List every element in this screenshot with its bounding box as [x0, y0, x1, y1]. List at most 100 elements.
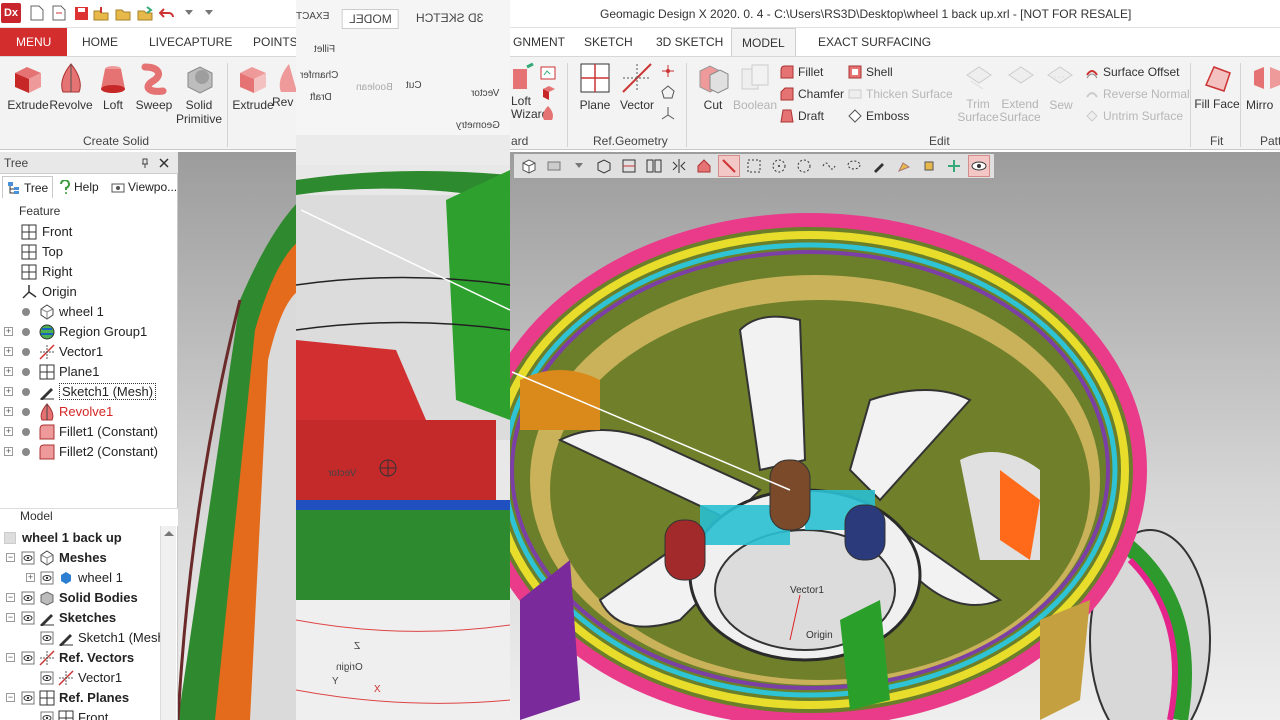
visibility-dot-icon[interactable]	[22, 408, 30, 416]
shell-button[interactable]: Shell	[848, 63, 893, 81]
model-tree-item[interactable]: − Sketches	[0, 608, 160, 628]
chamfer-button[interactable]: Chamfer	[780, 85, 844, 103]
tree-item[interactable]: Right	[0, 262, 176, 282]
expand-icon[interactable]: +	[4, 407, 13, 416]
checkbox[interactable]	[4, 532, 16, 544]
model-tree-item[interactable]: Front	[0, 708, 160, 720]
model-tree-item[interactable]: − Ref. Vectors	[0, 648, 160, 668]
sweep-button[interactable]: Sweep	[131, 61, 177, 112]
trim-surface-button[interactable]: Trim Surface	[955, 61, 1001, 124]
import-icon[interactable]	[92, 4, 110, 22]
select-fill-icon[interactable]	[918, 155, 940, 177]
revolve-wizard-icon[interactable]	[540, 105, 556, 121]
tab-tree[interactable]: Tree	[2, 176, 54, 198]
select-paint-icon[interactable]	[868, 155, 890, 177]
fillet-button[interactable]: Fillet	[780, 63, 823, 81]
tree-item[interactable]: + Fillet1 (Constant)	[0, 422, 176, 442]
extrude-wizard-icon[interactable]	[540, 85, 556, 101]
eye-icon[interactable]	[40, 571, 54, 585]
collapse-icon[interactable]: −	[6, 593, 15, 602]
eye-icon[interactable]	[40, 631, 54, 645]
surface-extrude-button[interactable]: Extrude	[230, 61, 276, 112]
close-icon[interactable]	[159, 158, 169, 168]
select-through-icon[interactable]	[943, 155, 965, 177]
tree-item[interactable]: Origin	[0, 282, 176, 302]
collapse-icon[interactable]: −	[6, 613, 15, 622]
collapse-icon[interactable]: −	[6, 553, 15, 562]
tab-help[interactable]: Help	[55, 176, 103, 198]
quick-access-dropdown-icon[interactable]	[200, 4, 218, 22]
expand-icon[interactable]: +	[4, 387, 13, 396]
tree-item[interactable]: + Plane1	[0, 362, 176, 382]
model-tree-item[interactable]: − Ref. Planes	[0, 688, 160, 708]
new-file-icon[interactable]	[28, 4, 46, 22]
reverse-normal-button[interactable]: Reverse Normal	[1085, 85, 1190, 103]
cut-button[interactable]: Cut	[690, 61, 736, 112]
draft-button[interactable]: Draft	[780, 107, 824, 125]
loft-wizard-button[interactable]: Loft Wizard	[511, 61, 548, 121]
save-icon[interactable]	[72, 4, 90, 22]
tab-3d-sketch[interactable]: 3D SKETCH	[646, 28, 733, 56]
face-wizard-icon[interactable]	[540, 65, 556, 81]
app-logo[interactable]: Dx	[1, 3, 21, 23]
eye-icon[interactable]	[21, 611, 35, 625]
expand-icon[interactable]: +	[4, 447, 13, 456]
export-icon[interactable]	[136, 4, 154, 22]
model-tree-item[interactable]: + wheel 1	[0, 568, 160, 588]
mirror-view-icon[interactable]	[668, 155, 690, 177]
split-view-icon[interactable]	[643, 155, 665, 177]
surface-revolve-button[interactable]: Rev	[272, 61, 296, 109]
fill-face-button[interactable]: Fill Face	[1194, 61, 1240, 111]
select-rect-icon[interactable]	[743, 155, 765, 177]
tree-item[interactable]: + Fillet2 (Constant)	[0, 442, 176, 462]
polygon-icon[interactable]	[660, 84, 676, 100]
eye-icon[interactable]	[40, 711, 54, 720]
tree-item[interactable]: + Sketch1 (Mesh)	[0, 382, 176, 402]
select-lasso-icon[interactable]	[843, 155, 865, 177]
folder-icon[interactable]	[114, 4, 132, 22]
expand-icon[interactable]: +	[4, 347, 13, 356]
eye-icon[interactable]	[21, 691, 35, 705]
model-tree-item[interactable]: − Solid Bodies	[0, 588, 160, 608]
coordinate-icon[interactable]	[660, 63, 676, 79]
plane-button[interactable]: Plane	[572, 61, 618, 112]
visibility-dot-icon[interactable]	[22, 448, 30, 456]
tab-sketch[interactable]: SKETCH	[574, 28, 643, 56]
thicken-surface-button[interactable]: Thicken Surface	[848, 85, 953, 103]
solid-primitive-button[interactable]: Solid Primitive	[174, 61, 224, 126]
select-freeform-icon[interactable]	[818, 155, 840, 177]
expand-icon[interactable]: +	[4, 327, 13, 336]
visibility-dot-icon[interactable]	[22, 348, 30, 356]
visibility-dot-icon[interactable]	[22, 328, 30, 336]
tree-item[interactable]: + Region Group1	[0, 322, 176, 342]
mirror-button[interactable]: Mirro	[1246, 61, 1280, 112]
model-tree-scrollbar[interactable]	[160, 526, 176, 720]
model-tree-item[interactable]: wheel 1 back up	[0, 528, 160, 548]
tab-exact-surfacing[interactable]: EXACT SURFACING	[808, 28, 941, 56]
visibility-dot-icon[interactable]	[22, 308, 30, 316]
select-line-icon[interactable]	[718, 155, 740, 177]
tab-viewport[interactable]: Viewpo...	[107, 176, 181, 198]
boolean-button[interactable]: Boolean	[732, 61, 778, 112]
visibility-dot-icon[interactable]	[22, 368, 30, 376]
undo-icon[interactable]	[158, 4, 176, 22]
expand-icon[interactable]: +	[4, 367, 13, 376]
tree-item[interactable]: Front	[0, 222, 176, 242]
eye-icon[interactable]	[40, 671, 54, 685]
visible-only-icon[interactable]	[968, 155, 990, 177]
surface-offset-button[interactable]: Surface Offset	[1085, 63, 1179, 81]
axis-icon[interactable]	[660, 105, 676, 121]
model-tree-item[interactable]: Sketch1 (Mesh	[0, 628, 160, 648]
vector-button[interactable]: Vector	[614, 61, 660, 112]
emboss-button[interactable]: Emboss	[848, 107, 909, 125]
section-icon[interactable]	[618, 155, 640, 177]
box-view-icon[interactable]	[593, 155, 615, 177]
loft-button[interactable]: Loft	[90, 61, 136, 112]
render-mode-icon[interactable]	[543, 155, 565, 177]
visibility-dot-icon[interactable]	[22, 428, 30, 436]
select-circle-icon[interactable]	[768, 155, 790, 177]
tab-alignment[interactable]: GNMENT	[503, 28, 575, 56]
open-file-icon[interactable]	[50, 4, 68, 22]
tab-menu[interactable]: MENU	[0, 28, 68, 56]
model-tree-item[interactable]: Vector1	[0, 668, 160, 688]
